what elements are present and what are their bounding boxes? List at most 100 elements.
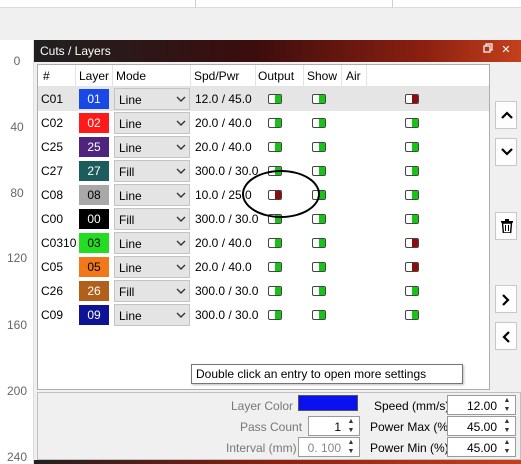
layer-color-swatch[interactable] [298,395,358,411]
table-row[interactable]: C25 25 Line 20.0 / 40.0 [38,135,489,159]
move-left-button[interactable] [495,322,517,350]
layer-swatch[interactable]: 26 [79,281,109,301]
show-toggle[interactable] [312,310,326,320]
col-header-mode: Mode [116,69,147,83]
output-toggle[interactable] [268,118,282,128]
speed-spinbox[interactable]: 12.00 ▲ ▼ [447,395,516,415]
spin-up-icon[interactable]: ▲ [345,439,357,447]
power-max-spinbox[interactable]: 45.00 ▲ ▼ [447,416,516,436]
show-toggle[interactable] [312,238,326,248]
air-toggle[interactable] [405,214,419,224]
spin-down-icon[interactable]: ▼ [501,427,513,435]
pass-count-spinbox[interactable]: 1 ▲ ▼ [308,416,360,436]
spin-down-icon[interactable]: ▼ [501,406,513,414]
layer-swatch[interactable]: 03 [79,233,109,253]
spin-up-icon[interactable]: ▲ [501,397,513,405]
vertical-ruler: 0 40 80 120 160 200 240 [0,40,34,464]
mode-dropdown[interactable]: Fill [114,208,190,230]
table-row[interactable]: C02 02 Line 20.0 / 40.0 [38,111,489,135]
mode-dropdown[interactable]: Line [114,136,190,158]
close-icon[interactable]: ✕ [498,42,514,58]
output-toggle[interactable] [268,286,282,296]
show-toggle[interactable] [312,118,326,128]
mode-value: Fill [119,285,135,299]
table-header: # Layer Mode Spd/Pwr Output Show Air [38,65,489,87]
mode-dropdown[interactable]: Fill [114,160,190,182]
trash-icon [501,219,513,233]
spin-down-icon[interactable]: ▼ [345,427,357,435]
layer-swatch[interactable]: 02 [79,113,109,133]
move-down-button[interactable] [495,138,517,166]
mode-dropdown[interactable]: Line [114,304,190,326]
output-toggle[interactable] [268,142,282,152]
air-toggle[interactable] [405,166,419,176]
output-toggle[interactable] [268,238,282,248]
layer-swatch[interactable]: 27 [79,161,109,181]
show-toggle[interactable] [312,142,326,152]
air-toggle[interactable] [405,262,419,272]
move-up-button[interactable] [495,101,517,129]
spin-up-icon[interactable]: ▲ [345,418,357,426]
air-toggle[interactable] [405,94,419,104]
toggle-indicator [275,143,281,151]
layer-swatch[interactable]: 25 [79,137,109,157]
air-toggle[interactable] [405,118,419,128]
show-toggle[interactable] [312,214,326,224]
cut-id: C25 [41,140,64,154]
layer-swatch[interactable]: 05 [79,257,109,277]
spin-down-icon[interactable]: ▼ [501,448,513,456]
ruler-tick: 40 [10,120,24,134]
table-row[interactable]: C01 01 Line 12.0 / 45.0 [38,87,489,111]
toggle-indicator [275,95,281,103]
col-header-id: # [43,69,50,83]
pass-count-label: Pass Count [240,420,303,434]
output-toggle[interactable] [268,310,282,320]
mode-dropdown[interactable]: Fill [114,280,190,302]
toggle-indicator [275,263,281,271]
toggle-indicator [412,287,418,295]
mode-dropdown[interactable]: Line [114,232,190,254]
show-toggle[interactable] [312,94,326,104]
air-toggle[interactable] [405,310,419,320]
delete-layer-button[interactable] [495,212,517,240]
power-min-spinbox[interactable]: 45.00 ▲ ▼ [447,437,516,457]
air-toggle[interactable] [405,190,419,200]
table-row[interactable]: C05 05 Line 20.0 / 40.0 [38,255,489,279]
layer-swatch[interactable]: 09 [79,305,109,325]
speed-power-value: 20.0 / 40.0 [195,236,252,250]
air-toggle[interactable] [405,238,419,248]
show-toggle[interactable] [312,166,326,176]
show-toggle[interactable] [312,286,326,296]
power-min-value: 45.00 [466,441,497,455]
mode-dropdown[interactable]: Line [114,112,190,134]
table-row[interactable]: C0310 03 Line 20.0 / 40.0 [38,231,489,255]
move-right-button[interactable] [495,285,517,313]
layers-table[interactable]: # Layer Mode Spd/Pwr Output Show Air C01… [37,64,490,390]
air-toggle[interactable] [405,142,419,152]
air-toggle[interactable] [405,286,419,296]
table-row[interactable]: C09 09 Line 300.0 / 30.0 [38,303,489,327]
cut-id: C00 [41,212,64,226]
spin-down-icon[interactable]: ▼ [345,448,357,456]
col-header-layer: Layer [79,69,110,83]
toolbar-separator [392,0,393,8]
mode-dropdown[interactable]: Line [114,184,190,206]
output-toggle[interactable] [268,94,282,104]
interval-spinbox[interactable]: 0. 100 ▲ ▼ [298,437,360,457]
restore-icon[interactable] [480,42,496,58]
chevron-down-icon [501,148,513,156]
mode-dropdown[interactable]: Line [114,256,190,278]
table-row[interactable]: C26 26 Fill 300.0 / 30.0 [38,279,489,303]
chevron-down-icon [176,120,186,126]
layer-swatch[interactable]: 01 [79,89,109,109]
spin-up-icon[interactable]: ▲ [501,418,513,426]
output-toggle[interactable] [268,262,282,272]
mode-value: Line [119,309,142,323]
layer-swatch[interactable]: 08 [79,185,109,205]
mode-dropdown[interactable]: Line [114,88,190,110]
layer-swatch[interactable]: 00 [79,209,109,229]
toggle-indicator [275,119,281,127]
spin-up-icon[interactable]: ▲ [501,439,513,447]
show-toggle[interactable] [312,262,326,272]
panel-titlebar[interactable]: Cuts / Layers ✕ [34,40,521,62]
